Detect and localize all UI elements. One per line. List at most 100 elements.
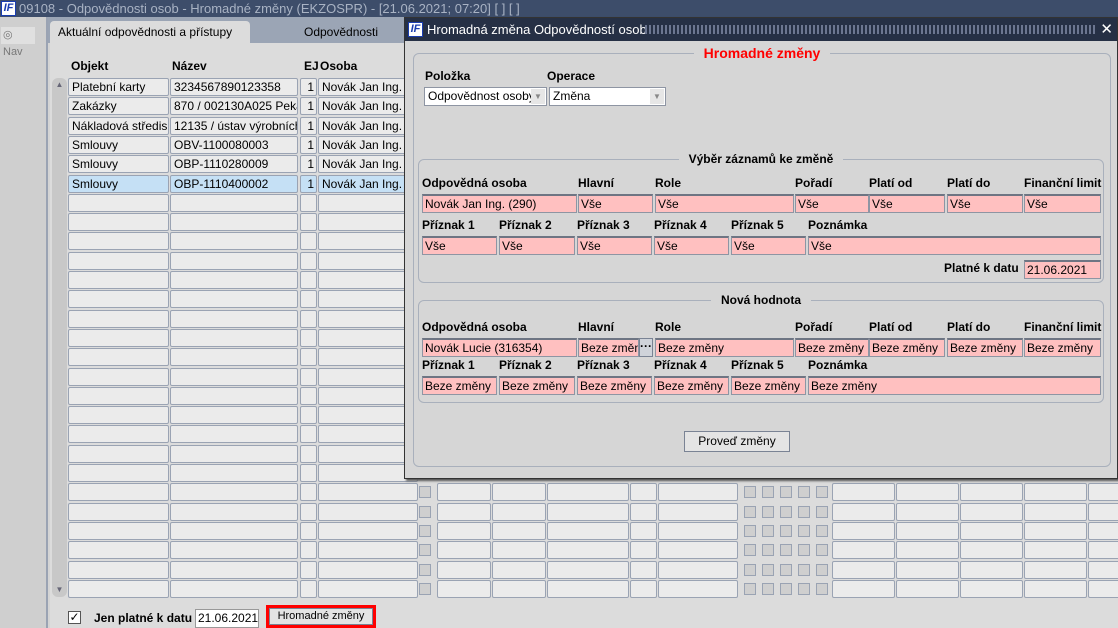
grid-cell-objekt[interactable]	[68, 406, 169, 425]
grid-cell-osoba[interactable]	[318, 386, 418, 405]
grid-cell[interactable]	[832, 579, 895, 598]
polozka-select[interactable]: Odpovědnost osoby ▼	[424, 87, 547, 106]
grid-cell-nazev[interactable]: 870 / 002130A025 Pekárna	[170, 97, 298, 116]
grid-cell[interactable]	[1024, 560, 1087, 579]
row-checkbox[interactable]	[419, 505, 431, 518]
selection-date-field[interactable]: 21.06.2021	[1024, 260, 1101, 279]
flag-checkbox[interactable]	[798, 486, 810, 499]
grid-cell-osoba[interactable]	[318, 579, 418, 598]
grid-cell-osoba[interactable]	[318, 541, 418, 560]
grid-cell-objekt[interactable]: Smlouvy	[68, 155, 169, 174]
grid-cell[interactable]	[658, 560, 738, 579]
grid-cell-nazev[interactable]	[170, 348, 298, 367]
grid-cell[interactable]	[1088, 541, 1118, 560]
grid-cell[interactable]	[492, 502, 546, 521]
flag-checkbox[interactable]	[780, 505, 792, 518]
flag-checkbox[interactable]	[798, 544, 810, 557]
grid-cell-ej[interactable]	[300, 579, 317, 598]
grid-cell-objekt[interactable]	[68, 444, 169, 463]
grid-cell-nazev[interactable]	[170, 251, 298, 270]
flag-checkbox[interactable]	[798, 563, 810, 576]
grid-cell[interactable]	[437, 579, 491, 598]
grid-cell-ej[interactable]	[300, 328, 317, 347]
dialog-title-bar[interactable]: IF Hromadná změna Odpovědností osob ✕	[405, 18, 1117, 41]
grid-cell[interactable]	[832, 560, 895, 579]
grid-cell-ej[interactable]	[300, 386, 317, 405]
field-input[interactable]: Vše	[869, 194, 945, 213]
grid-cell-ej[interactable]	[300, 541, 317, 560]
grid-cell-objekt[interactable]	[68, 271, 169, 289]
grid-cell-osoba[interactable]	[318, 232, 418, 251]
grid-cell[interactable]	[437, 560, 491, 579]
grid-cell-ej[interactable]	[300, 251, 317, 270]
flag-checkbox[interactable]	[744, 505, 756, 518]
field-input[interactable]: Vše	[499, 236, 575, 255]
grid-cell-osoba[interactable]	[318, 560, 418, 579]
grid-cell-osoba[interactable]	[318, 271, 418, 289]
nav-button[interactable]: ◎ Nav	[1, 27, 35, 58]
field-input[interactable]: Novák Jan Ing. (290)	[422, 194, 577, 213]
grid-cell-nazev[interactable]	[170, 367, 298, 386]
flag-checkbox[interactable]	[744, 563, 756, 576]
grid-cell[interactable]	[960, 502, 1023, 521]
grid-cell[interactable]	[492, 579, 546, 598]
grid-cell-nazev[interactable]: 12135 / ústav výrobních systémů	[170, 116, 298, 135]
grid-cell[interactable]	[658, 541, 738, 560]
mass-change-button[interactable]: Hromadné změny	[269, 608, 373, 625]
grid-cell[interactable]	[896, 521, 959, 540]
grid-cell[interactable]	[658, 521, 738, 540]
grid-cell[interactable]	[1088, 502, 1118, 521]
grid-cell[interactable]	[896, 541, 959, 560]
grid-cell[interactable]	[1024, 483, 1087, 502]
grid-cell-osoba[interactable]: Novák Jan Ing.	[318, 155, 418, 174]
scroll-down-icon[interactable]: ▼	[52, 583, 67, 597]
grid-cell-nazev[interactable]	[170, 444, 298, 463]
grid-cell-osoba[interactable]	[318, 348, 418, 367]
grid-cell[interactable]	[832, 502, 895, 521]
grid-cell-osoba[interactable]: Novák Jan Ing.	[318, 135, 418, 154]
grid-cell-nazev[interactable]	[170, 213, 298, 232]
field-input[interactable]: Beze změny	[947, 338, 1023, 357]
grid-cell[interactable]	[658, 579, 738, 598]
grid-cell[interactable]	[547, 541, 629, 560]
grid-cell[interactable]	[492, 483, 546, 502]
grid-cell-ej[interactable]	[300, 309, 317, 328]
grid-cell[interactable]	[896, 579, 959, 598]
grid-cell-nazev[interactable]	[170, 309, 298, 328]
grid-cell-objekt[interactable]: Smlouvy	[68, 174, 169, 193]
grid-cell[interactable]	[1024, 521, 1087, 540]
flag-checkbox[interactable]	[780, 544, 792, 557]
flag-checkbox[interactable]	[798, 505, 810, 518]
grid-cell[interactable]	[832, 483, 895, 502]
field-input[interactable]: Beze změny	[808, 376, 1101, 395]
field-input[interactable]: Vše	[731, 236, 806, 255]
grid-cell-objekt[interactable]	[68, 328, 169, 347]
valid-date-field[interactable]: 21.06.2021	[195, 609, 259, 628]
grid-cell[interactable]	[658, 502, 738, 521]
grid-cell-ej[interactable]	[300, 444, 317, 463]
grid-cell-osoba[interactable]	[318, 502, 418, 521]
grid-cell-ej[interactable]	[300, 425, 317, 444]
field-input[interactable]: Vše	[654, 236, 729, 255]
grid-cell[interactable]	[547, 521, 629, 540]
grid-cell[interactable]	[960, 483, 1023, 502]
grid-cell-nazev[interactable]	[170, 579, 298, 598]
valid-only-checkbox[interactable]: ✓	[68, 611, 81, 624]
field-input[interactable]: Beze změny	[1024, 338, 1101, 357]
grid-cell-nazev[interactable]: 3234567890123358	[170, 78, 298, 96]
field-input[interactable]: Vše	[1024, 194, 1101, 213]
flag-checkbox[interactable]	[816, 505, 828, 518]
grid-cell-objekt[interactable]	[68, 579, 169, 598]
grid-cell-objekt[interactable]	[68, 541, 169, 560]
grid-cell-nazev[interactable]	[170, 464, 298, 482]
grid-cell-objekt[interactable]	[68, 386, 169, 405]
grid-cell[interactable]	[1024, 502, 1087, 521]
grid-cell[interactable]	[547, 560, 629, 579]
grid-cell-nazev[interactable]	[170, 290, 298, 309]
grid-cell-ej[interactable]	[300, 502, 317, 521]
grid-cell-ej[interactable]	[300, 406, 317, 425]
grid-cell-objekt[interactable]	[68, 309, 169, 328]
row-checkbox[interactable]	[419, 486, 431, 499]
grid-cell-objekt[interactable]	[68, 348, 169, 367]
grid-cell-osoba[interactable]	[318, 406, 418, 425]
